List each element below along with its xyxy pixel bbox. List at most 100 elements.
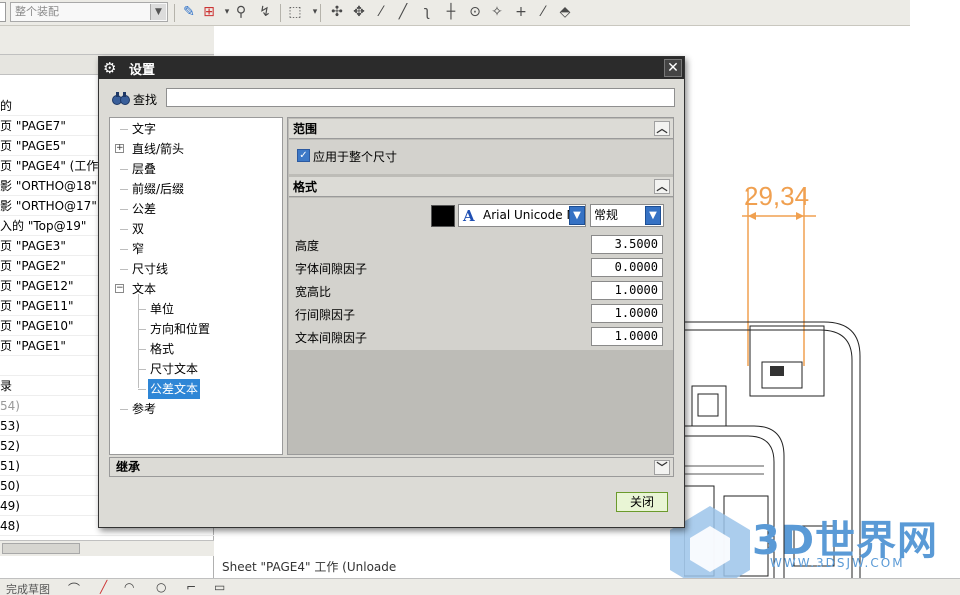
inherit-section-title: 继承 [116,460,141,474]
apply-whole-dimension-checkbox[interactable]: ✓ [297,149,310,162]
property-label: 文本间隙因子 [295,331,368,345]
chevron-down-icon[interactable]: ▾ [306,3,324,21]
horizontal-scrollbar[interactable] [0,540,214,556]
tree-connector [138,389,146,390]
toolbar-end [910,0,960,26]
chevron-down-icon[interactable]: ▼ [645,206,661,225]
tree-connector [120,169,128,170]
snap-curve-icon[interactable]: ⬘ [556,3,574,21]
property-input[interactable]: 1.0000 [591,304,663,323]
snap-tangent-icon[interactable]: ✧ [488,3,506,21]
gear-icon: ⚙ [103,59,117,77]
property-label: 高度 [295,239,320,253]
tree-connector [120,229,128,230]
tree-connector [120,249,128,250]
find-input[interactable] [166,88,675,107]
dimension-text[interactable]: 29,34 [744,181,809,212]
property-input[interactable]: 0.0000 [591,258,663,277]
chevron-down-icon[interactable]: ▼ [150,4,166,20]
snap-slash-icon[interactable]: ⁄ [534,3,552,21]
tree-item[interactable]: 窄 [130,239,146,259]
toolbar-divider [174,4,175,22]
snap-perpendicular-icon[interactable]: ⁄ [372,3,390,21]
tree-item[interactable]: 层叠 [130,159,158,179]
format-section-header[interactable]: 格式 ︿ [289,177,673,197]
settings-dialog: ⚙ 设置 ✕ 查找 文字 直线/箭头 + 层叠 前缀/后缀 公差双窄尺寸线 文本 − 单位 方向和… [98,56,685,528]
navigator-header [0,26,214,55]
tree-connector [120,129,128,130]
snap-existing-icon[interactable]: ⊙ [466,3,484,21]
chevron-up-icon[interactable]: ︿ [654,121,670,136]
dialog-titlebar[interactable]: ⚙ 设置 ✕ [99,57,684,79]
expand-icon[interactable]: + [115,144,124,153]
selection-filter-stub[interactable] [0,2,6,22]
tree-connector [138,329,146,330]
property-label: 字体间隙因子 [295,262,368,276]
tree-item[interactable]: 双 [130,219,146,239]
font-type-icon: A [463,207,475,225]
chevron-down-icon[interactable]: ▼ [569,206,585,225]
snap-quadrant-icon[interactable]: ʅ [418,3,436,21]
format-section-title: 格式 [293,180,318,194]
tree-item[interactable]: 文本 [130,279,158,299]
tree-item[interactable]: 直线/箭头 [130,139,186,159]
property-input[interactable]: 1.0000 [591,281,663,300]
top-toolbar: 整个装配 ▼ ✎ ⊞ ▾ ⚲ ↯ ⬚ ▾ ✣ ✥ ⁄ ╱ ʅ ┼ ⊙ ✧ + ⁄… [0,0,910,26]
scope-section-header[interactable]: 范围 ︿ [289,119,673,139]
collapse-icon[interactable]: − [115,284,124,293]
chevron-up-icon[interactable]: ︿ [654,179,670,194]
property-input[interactable]: 3.5000 [591,235,663,254]
snap-line-icon[interactable]: ✣ [328,3,346,21]
font-dropdown[interactable]: A Arial Unicode M [458,204,586,227]
tree-item[interactable]: 公差文本 [148,379,201,399]
tree-item[interactable]: 单位 [148,299,176,319]
tree-item[interactable]: 文字 [130,119,158,139]
settings-tree: 文字 直线/箭头 + 层叠 前缀/后缀 公差双窄尺寸线 文本 − 单位 方向和位置 格式 尺寸文本 公差… [109,117,283,455]
sheet-caption: Sheet "PAGE4" 工作 (Unloade [222,560,397,574]
tree-item[interactable]: 尺寸文本 [148,359,200,379]
fillet-icon[interactable]: ⌐ [186,580,196,594]
snap-midpoint-icon[interactable]: ⬚ [286,3,304,21]
rectangle-icon[interactable]: ▭ [214,580,225,594]
snap-cross-icon[interactable]: ┼ [442,3,460,21]
tree-item[interactable]: 尺寸线 [130,259,170,279]
tree-connector [120,189,128,190]
apply-whole-dimension-label: 应用于整个尺寸 [313,150,398,164]
tree-item[interactable]: 方向和位置 [148,319,212,339]
tree-connector [138,309,146,310]
tree-item[interactable]: 公差 [130,199,158,219]
circle-icon[interactable]: ○ [156,580,166,594]
binoculars-icon [112,92,130,105]
watermark-url: WWW.3DSJW.COM [770,556,905,570]
snap-plus-icon[interactable]: + [512,3,530,21]
close-icon[interactable]: ✕ [664,59,682,77]
close-button[interactable]: 关闭 [616,492,668,512]
scrollbar-thumb[interactable] [2,543,80,554]
toolbar-divider [320,4,321,22]
property-input[interactable]: 1.0000 [591,327,663,346]
assembly-filter-dropdown[interactable]: 整个装配 ▼ [10,2,168,22]
tree-item[interactable]: 前缀/后缀 [130,179,186,199]
select-rect-icon[interactable]: ⚲ [232,3,250,21]
snap-center-icon[interactable]: ╱ [394,3,412,21]
property-label: 行间隙因子 [295,308,356,322]
tree-item[interactable]: 格式 [148,339,176,359]
arc-icon[interactable]: ◠ [124,580,134,594]
line-icon[interactable]: ╱ [100,580,107,594]
profile-icon[interactable]: ⌒ [68,580,80,595]
property-label: 宽高比 [295,285,332,299]
snap-endpoint-icon[interactable]: ↯ [256,3,274,21]
tree-item[interactable]: 参考 [130,399,158,419]
font-style-value: 常规 [594,208,619,222]
select-point-icon[interactable]: ✎ [180,3,198,21]
finish-sketch-label[interactable]: 完成草图 [6,581,50,595]
tree-connector [138,294,139,388]
toolbar-divider [280,4,281,22]
chevron-down-icon[interactable]: ﹀ [654,460,670,475]
text-color-swatch[interactable] [431,205,455,227]
font-name: Arial Unicode M [483,208,577,222]
tree-connector [120,209,128,210]
inherit-section-header[interactable]: 继承 ﹀ [109,457,674,477]
snap-icon[interactable]: ⊞ [200,3,218,21]
snap-arc-icon[interactable]: ✥ [350,3,368,21]
